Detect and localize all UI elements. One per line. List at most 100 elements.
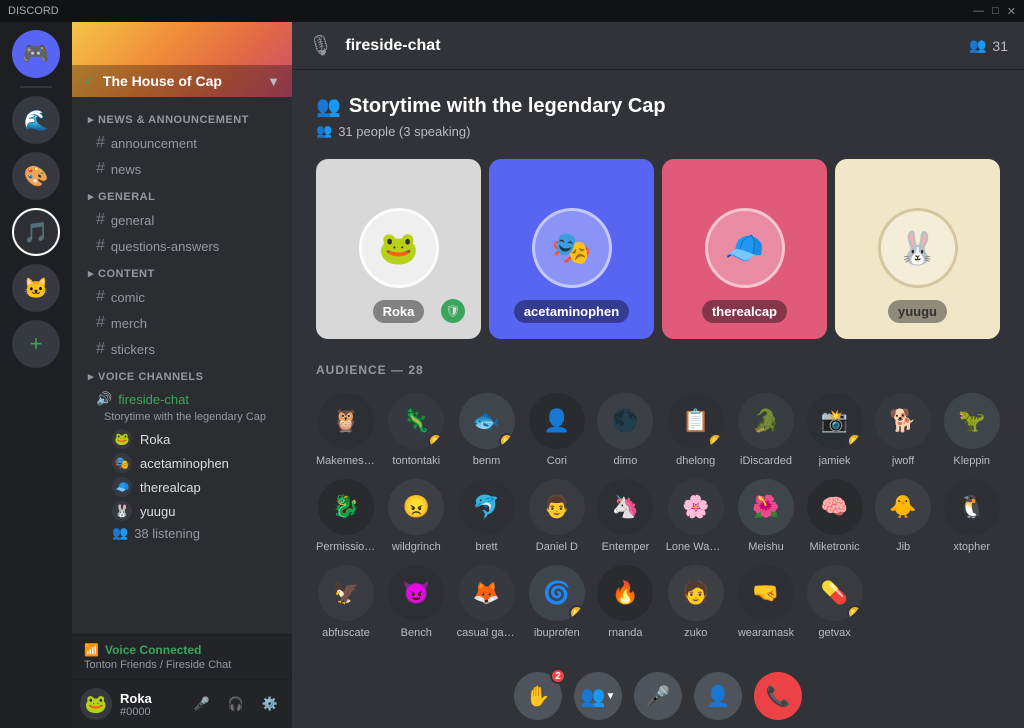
settings-button[interactable]: ⚙️ bbox=[256, 690, 284, 718]
speaker-card-roka[interactable]: 🐸 Roka 🛡 bbox=[316, 159, 481, 339]
audience-member[interactable]: 📸 🔔 jamiek bbox=[806, 393, 863, 467]
speaker-card-acetaminophen[interactable]: 🎭 acetaminophen bbox=[489, 159, 654, 339]
channel-header-right: 👥 31 bbox=[969, 37, 1008, 54]
category-content[interactable]: ▸ CONTENT bbox=[72, 259, 292, 284]
audience-member[interactable]: 🌸 Lone Wanderer bbox=[666, 479, 726, 553]
audience-member[interactable]: 🌑 dimo bbox=[597, 393, 654, 467]
audience-button[interactable]: 👥▼ bbox=[574, 672, 622, 720]
speaker-card-yuugu[interactable]: 🐰 yuugu bbox=[835, 159, 1000, 339]
add-server-button[interactable]: + bbox=[12, 320, 60, 368]
audience-member[interactable]: 🐥 Jib bbox=[875, 479, 932, 553]
deafen-button[interactable]: 🎧 bbox=[222, 690, 250, 718]
speaker-avatar-therealcap: 🧢 bbox=[705, 208, 785, 288]
stage-controls: ✋ 2 👥▼ 🎤 👤 📞 bbox=[292, 664, 1024, 728]
audience-member[interactable]: 🤜 wearamask bbox=[738, 565, 795, 639]
audience-avatar: 🐧 bbox=[944, 479, 1000, 535]
channel-announcement[interactable]: # announcement bbox=[80, 130, 284, 156]
audience-member[interactable]: 🐊 iDiscarded bbox=[738, 393, 795, 467]
server-dropdown-icon[interactable]: ▼ bbox=[267, 74, 280, 89]
audience-name: zuko bbox=[684, 627, 707, 639]
voice-channel-fireside[interactable]: 🔊 fireside-chat bbox=[80, 387, 284, 411]
user-controls: 🎤 🎧 ⚙️ bbox=[188, 690, 284, 718]
audience-member[interactable]: 📋 🔔 dhelong bbox=[666, 393, 726, 467]
main-content: 🎙 fireside-chat 👥 31 👥 Storytime with th… bbox=[292, 22, 1024, 728]
audience-member[interactable]: 😈 Bench bbox=[388, 565, 445, 639]
audience-member[interactable]: 🦄 Entemper bbox=[597, 479, 654, 553]
audience-member[interactable]: 🐬 brett bbox=[457, 479, 517, 553]
channel-header: 🎙 fireside-chat 👥 31 bbox=[292, 22, 1024, 70]
audience-name: Daniel D bbox=[536, 541, 578, 553]
audience-member[interactable]: 🧠 Miketronic bbox=[806, 479, 863, 553]
audience-member[interactable]: 🐟 🔔 benm bbox=[457, 393, 517, 467]
server-name: The House of Cap bbox=[103, 73, 222, 89]
audience-name: getvax bbox=[818, 627, 850, 639]
voice-member-yuugu[interactable]: 🐰 yuugu bbox=[80, 499, 284, 523]
audience-member[interactable]: 🌀 🔔 ibuprofen bbox=[529, 565, 586, 639]
channel-stickers[interactable]: # stickers bbox=[80, 336, 284, 362]
channel-hash-icon: # bbox=[96, 237, 105, 255]
category-voice[interactable]: ▸ VOICE CHANNELS bbox=[72, 362, 292, 387]
audience-avatar: 🔥 bbox=[597, 565, 653, 621]
audience-badge: 🔔 bbox=[499, 433, 515, 449]
audience-member[interactable]: 🦊 casual gamer bbox=[457, 565, 517, 639]
audience-member[interactable]: 🐧 xtopher bbox=[943, 479, 1000, 553]
channel-comic[interactable]: # comic bbox=[80, 284, 284, 310]
audience-avatar: 👨 bbox=[529, 479, 585, 535]
audience-member[interactable]: 🌺 Meishu bbox=[738, 479, 795, 553]
speaker-card-therealcap[interactable]: 🧢 therealcap bbox=[662, 159, 827, 339]
category-news[interactable]: ▸ NEWS & ANNOUNCEMENT bbox=[72, 105, 292, 130]
titlebar: DISCORD — □ ✕ bbox=[0, 0, 1024, 22]
raise-hand-button[interactable]: ✋ 2 bbox=[514, 672, 562, 720]
channel-news[interactable]: # news bbox=[80, 156, 284, 182]
channel-hash-icon: # bbox=[96, 134, 105, 152]
window-controls[interactable]: — □ ✕ bbox=[973, 5, 1016, 18]
server-icon-2[interactable]: 🎨 bbox=[12, 152, 60, 200]
leave-button[interactable]: 📞 bbox=[754, 672, 802, 720]
minimize-button[interactable]: — bbox=[973, 5, 984, 18]
audience-member[interactable]: 🦖 Kleppin bbox=[943, 393, 1000, 467]
audience-member[interactable]: 🧑 zuko bbox=[666, 565, 726, 639]
audience-member[interactable]: 👨 Daniel D bbox=[529, 479, 586, 553]
audience-member[interactable]: 💊 🔔 getvax bbox=[806, 565, 863, 639]
audience-badge: 🔔 bbox=[428, 433, 444, 449]
mute-button[interactable]: 🎤 bbox=[188, 690, 216, 718]
voice-member-avatar: 🧢 bbox=[112, 477, 132, 497]
voice-member-therealcap[interactable]: 🧢 therealcap bbox=[80, 475, 284, 499]
server-icon-discord[interactable]: 🎮 bbox=[12, 30, 60, 78]
channel-questions[interactable]: # questions-answers bbox=[80, 233, 284, 259]
voice-icon: 🔊 bbox=[96, 391, 112, 407]
maximize-button[interactable]: □ bbox=[992, 5, 999, 18]
audience-member[interactable]: 🔥 rnanda bbox=[597, 565, 654, 639]
voice-member-roka[interactable]: 🐸 Roka bbox=[80, 427, 284, 451]
server-icon-1[interactable]: 🌊 bbox=[12, 96, 60, 144]
category-general[interactable]: ▸ GENERAL bbox=[72, 182, 292, 207]
people-icon: 👥 bbox=[112, 525, 128, 541]
category-collapse-icon: ▸ bbox=[88, 190, 94, 203]
close-button[interactable]: ✕ bbox=[1007, 5, 1016, 18]
channel-merch[interactable]: # merch bbox=[80, 310, 284, 336]
server-icon-4[interactable]: 🐱 bbox=[12, 264, 60, 312]
audience-member[interactable]: 🐉 Permission Man bbox=[316, 479, 376, 553]
audience-name: jwoff bbox=[892, 455, 914, 467]
audience-member[interactable]: 👤 Cori bbox=[529, 393, 586, 467]
server-icon-3[interactable]: 🎵 bbox=[12, 208, 60, 256]
voice-status-bar: 📶 Voice Connected Tonton Friends / Fires… bbox=[72, 634, 292, 679]
voice-status-subtitle: Tonton Friends / Fireside Chat bbox=[84, 659, 280, 671]
audience-name: Entemper bbox=[602, 541, 650, 553]
audience-member[interactable]: 🦉 Makemespeakrr bbox=[316, 393, 376, 467]
audience-member[interactable]: 🐕 jwoff bbox=[875, 393, 932, 467]
raise-hand-badge: 2 bbox=[550, 668, 566, 684]
audience-avatar: 🦉 bbox=[318, 393, 374, 449]
audience-member[interactable]: 🦅 abfuscate bbox=[316, 565, 376, 639]
speaker-mod-icon: 🛡 bbox=[441, 299, 465, 323]
audience-member[interactable]: 🦎 🔔 tontontaki bbox=[388, 393, 445, 467]
channel-header-name: fireside-chat bbox=[345, 37, 440, 55]
microphone-button[interactable]: 🎤 bbox=[634, 672, 682, 720]
audience-name: Miketronic bbox=[810, 541, 860, 553]
audience-member[interactable]: 😠 wildgrinch bbox=[388, 479, 445, 553]
audience-name: xtopher bbox=[953, 541, 990, 553]
voice-member-acetaminophen[interactable]: 🎭 acetaminophen bbox=[80, 451, 284, 475]
channel-general[interactable]: # general bbox=[80, 207, 284, 233]
invite-button[interactable]: 👤 bbox=[694, 672, 742, 720]
speaker-avatar-acetaminophen: 🎭 bbox=[532, 208, 612, 288]
